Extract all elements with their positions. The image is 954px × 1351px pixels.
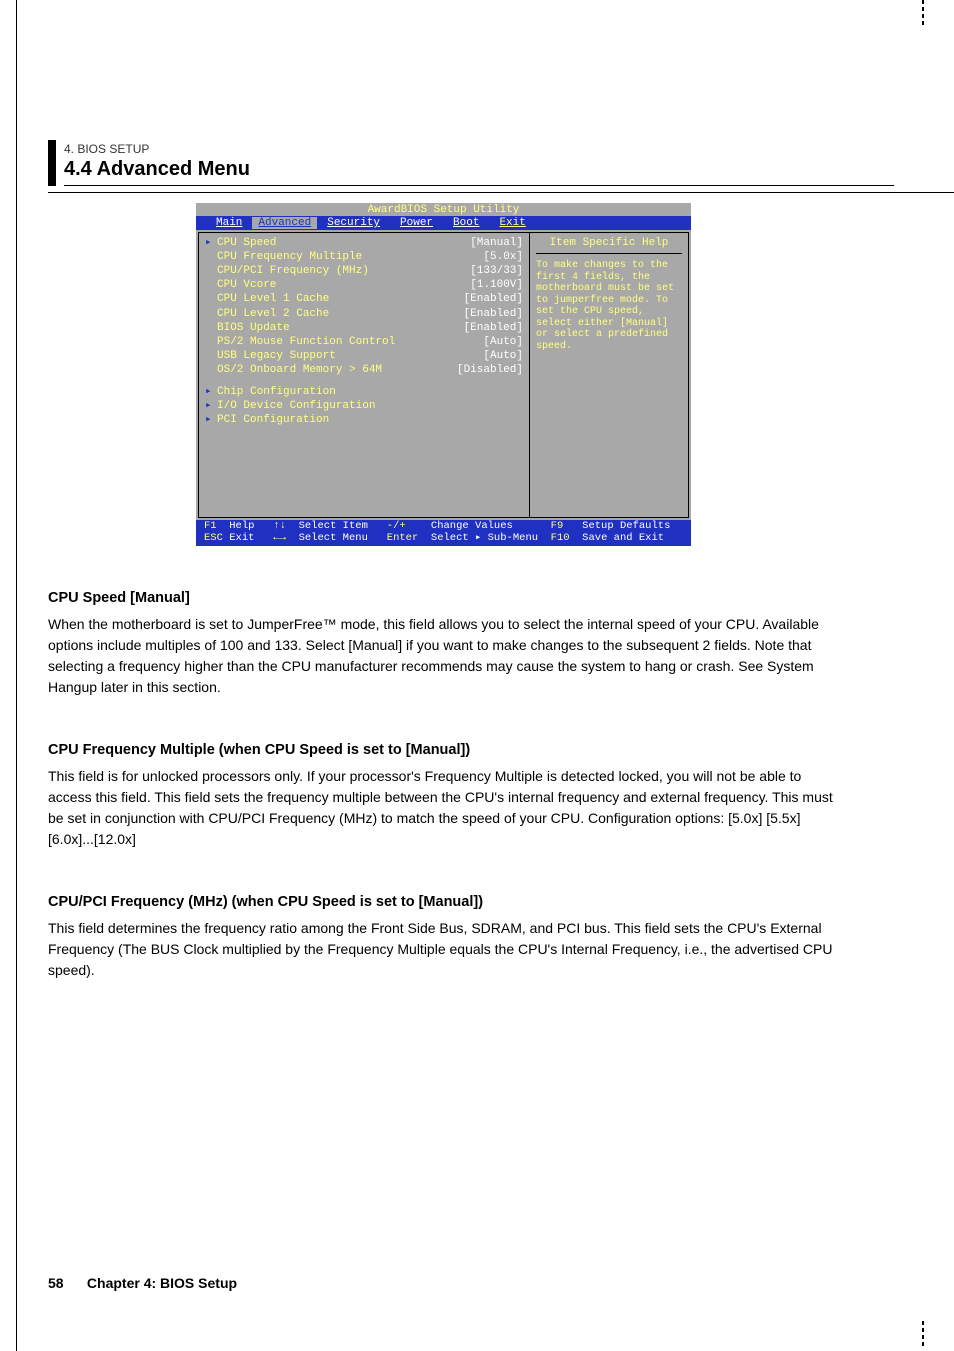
bios-tab-bar: Main Advanced Security Power Boot Exit xyxy=(196,216,691,230)
tab-advanced[interactable]: Advanced xyxy=(252,217,317,229)
opt-l2-cache[interactable]: CPU Level 2 Cache[Enabled] xyxy=(205,308,523,320)
option-block-cpu-speed: CPU Speed [Manual] When the motherboard … xyxy=(48,590,894,698)
crop-marks-bottom xyxy=(922,1321,924,1351)
key-plusminus-label: Change Values xyxy=(431,520,513,532)
opt-value: [Enabled] xyxy=(464,322,523,334)
section-header: 4. BIOS SETUP 4.4 Advanced Menu xyxy=(48,140,894,186)
opt-label: CPU Vcore xyxy=(217,279,470,291)
section-title: 4.4 Advanced Menu xyxy=(64,158,894,181)
tab-boot[interactable]: Boot xyxy=(443,217,489,229)
section-subtitle: 4. BIOS SETUP xyxy=(64,142,894,156)
submenu-arrow-icon: ▸ xyxy=(205,400,217,412)
key-f10-label: Save and Exit xyxy=(582,532,664,544)
opt-value: [Enabled] xyxy=(464,293,523,305)
submenu-label: I/O Device Configuration xyxy=(217,400,523,412)
option-body: This field is for unlocked processors on… xyxy=(48,766,834,850)
option-block-cpu-freq-mult: CPU Frequency Multiple (when CPU Speed i… xyxy=(48,742,894,850)
opt-cpu-vcore[interactable]: CPU Vcore[1.100V] xyxy=(205,279,523,291)
key-plusminus: -/+ xyxy=(387,520,406,532)
tab-exit[interactable]: Exit xyxy=(489,217,535,229)
opt-os2-mem[interactable]: OS/2 Onboard Memory > 64M[Disabled] xyxy=(205,364,523,376)
option-title: CPU Frequency Multiple (when CPU Speed i… xyxy=(48,742,834,758)
opt-label: OS/2 Onboard Memory > 64M xyxy=(217,364,457,376)
option-title: CPU/PCI Frequency (MHz) (when CPU Speed … xyxy=(48,894,834,910)
opt-label: BIOS Update xyxy=(217,322,464,334)
option-body: When the motherboard is set to JumperFre… xyxy=(48,614,834,698)
key-esc-label: Exit xyxy=(229,532,254,544)
option-body: This field determines the frequency rati… xyxy=(48,918,834,981)
page-number: 58 xyxy=(48,1275,64,1291)
opt-value: [1.100V] xyxy=(470,279,523,291)
opt-l1-cache[interactable]: CPU Level 1 Cache[Enabled] xyxy=(205,293,523,305)
key-leftright-label: Select Menu xyxy=(299,532,368,544)
help-body: To make changes to the first 4 fields, t… xyxy=(536,260,682,352)
opt-label: CPU Frequency Multiple xyxy=(217,251,483,263)
bios-help-pane: Item Specific Help To make changes to th… xyxy=(529,232,689,518)
opt-ps2-mouse[interactable]: PS/2 Mouse Function Control[Auto] xyxy=(205,336,523,348)
option-block-cpu-pci-freq: CPU/PCI Frequency (MHz) (when CPU Speed … xyxy=(48,894,894,981)
chapter-label: Chapter 4: BIOS Setup xyxy=(87,1275,237,1291)
submenu-io-device[interactable]: ▸I/O Device Configuration xyxy=(205,400,523,412)
key-f1-label: Help xyxy=(229,520,254,532)
bios-title: AwardBIOS Setup Utility xyxy=(196,203,691,216)
bios-options-pane: ▸CPU Speed[Manual] CPU Frequency Multipl… xyxy=(198,232,529,518)
submenu-arrow-icon: ▸ xyxy=(205,414,217,426)
key-esc: ESC xyxy=(204,532,223,544)
footer-row-2: ESC Exit ←→ Select Menu Enter Select ▸ S… xyxy=(204,533,683,545)
key-updown: ↑↓ xyxy=(273,520,286,532)
opt-label: CPU Speed xyxy=(217,237,470,249)
page-content: 4. BIOS SETUP 4.4 Advanced Menu AwardBIO… xyxy=(48,140,894,981)
bios-screenshot: AwardBIOS Setup Utility Main Advanced Se… xyxy=(196,203,691,546)
opt-cpu-pci-freq[interactable]: CPU/PCI Frequency (MHz)[133/33] xyxy=(205,265,523,277)
opt-cpu-speed[interactable]: ▸CPU Speed[Manual] xyxy=(205,237,523,249)
opt-value: [5.0x] xyxy=(483,251,523,263)
key-leftright: ←→ xyxy=(273,532,286,544)
section-underline xyxy=(48,192,954,193)
opt-label: CPU Level 2 Cache xyxy=(217,308,464,320)
submenu-pci-config[interactable]: ▸PCI Configuration xyxy=(205,414,523,426)
key-f1: F1 xyxy=(204,520,217,532)
submenu-chip-config[interactable]: ▸Chip Configuration xyxy=(205,386,523,398)
section-bar xyxy=(48,140,56,186)
opt-bios-update[interactable]: BIOS Update[Enabled] xyxy=(205,322,523,334)
opt-usb-legacy[interactable]: USB Legacy Support[Auto] xyxy=(205,350,523,362)
opt-label: CPU/PCI Frequency (MHz) xyxy=(217,265,470,277)
key-f9-label: Setup Defaults xyxy=(582,520,670,532)
page-left-rule xyxy=(16,0,17,1351)
key-f10: F10 xyxy=(551,532,570,544)
submenu-arrow-icon: ▸ xyxy=(205,386,217,398)
help-divider xyxy=(536,253,682,254)
tab-power[interactable]: Power xyxy=(390,217,443,229)
opt-value: [Enabled] xyxy=(464,308,523,320)
cursor-icon: ▸ xyxy=(205,237,217,249)
opt-value: [Manual] xyxy=(470,237,523,249)
submenu-label: PCI Configuration xyxy=(217,414,523,426)
opt-label: CPU Level 1 Cache xyxy=(217,293,464,305)
opt-label: PS/2 Mouse Function Control xyxy=(217,336,483,348)
bios-body: ▸CPU Speed[Manual] CPU Frequency Multipl… xyxy=(196,230,691,520)
opt-cpu-freq-mult[interactable]: CPU Frequency Multiple[5.0x] xyxy=(205,251,523,263)
key-f9: F9 xyxy=(551,520,564,532)
opt-value: [Auto] xyxy=(483,336,523,348)
help-title: Item Specific Help xyxy=(536,237,682,249)
opt-label: USB Legacy Support xyxy=(217,350,483,362)
key-updown-label: Select Item xyxy=(299,520,368,532)
submenu-label: Chip Configuration xyxy=(217,386,523,398)
tab-main[interactable]: Main xyxy=(206,217,252,229)
page-footer: 58 Chapter 4: BIOS Setup xyxy=(48,1275,237,1291)
section-titles: 4. BIOS SETUP 4.4 Advanced Menu xyxy=(64,140,894,186)
option-title: CPU Speed [Manual] xyxy=(48,590,834,606)
tab-security[interactable]: Security xyxy=(317,217,390,229)
opt-value: [Auto] xyxy=(483,350,523,362)
opt-value: [133/33] xyxy=(470,265,523,277)
key-enter-label: Select ▸ Sub-Menu xyxy=(431,532,538,544)
key-enter: Enter xyxy=(387,532,419,544)
opt-value: [Disabled] xyxy=(457,364,523,376)
bios-footer: F1 Help ↑↓ Select Item -/+ Change Values… xyxy=(196,520,691,546)
crop-marks-top xyxy=(922,0,924,30)
